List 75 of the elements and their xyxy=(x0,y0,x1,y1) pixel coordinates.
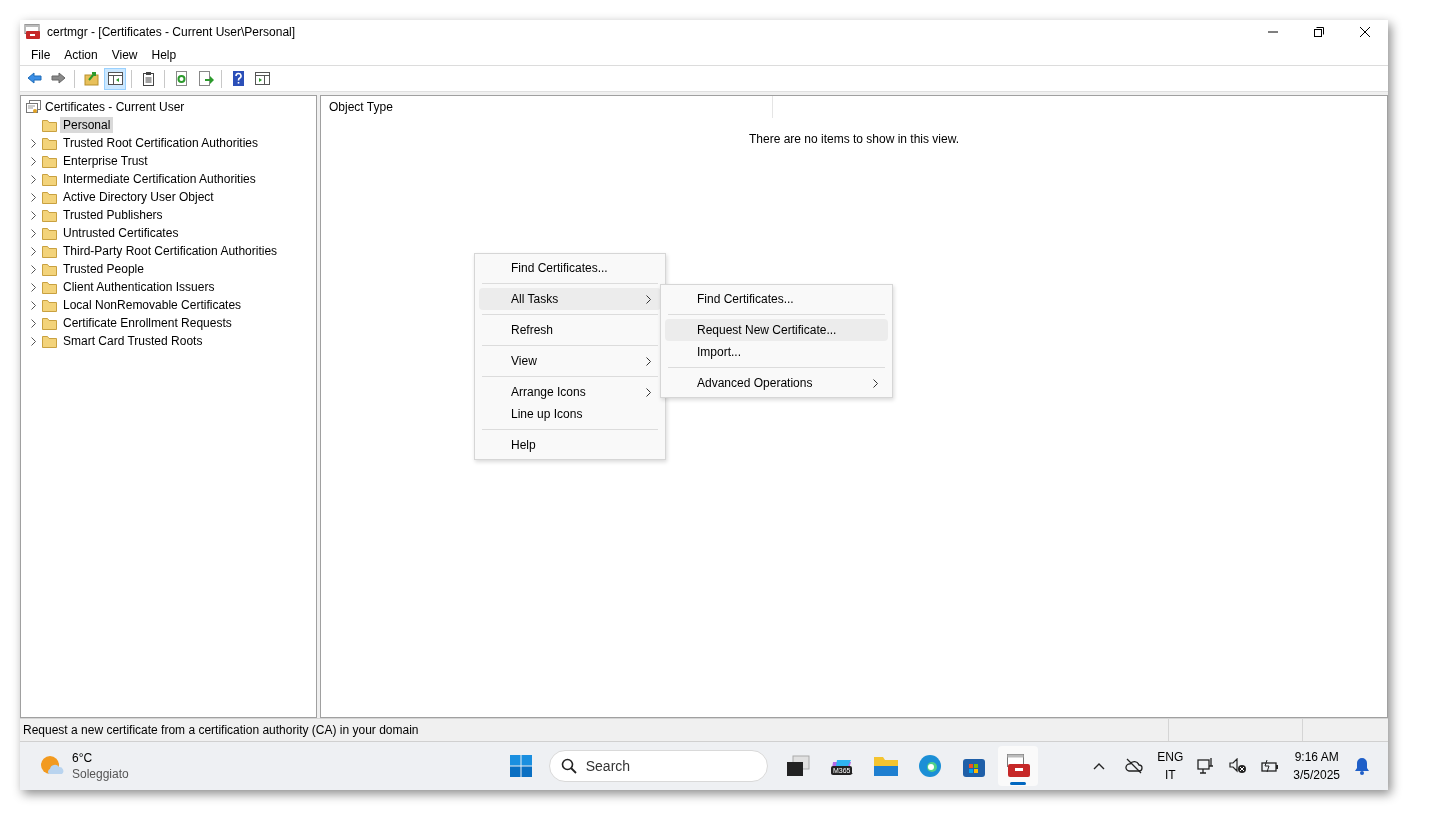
certificate-store-icon xyxy=(25,99,42,115)
tree-item[interactable]: Local NonRemovable Certificates xyxy=(60,297,245,313)
clock-time: 9:16 AM xyxy=(1293,749,1340,766)
folder-icon xyxy=(42,316,57,330)
tree-item[interactable]: Certificates - Current User xyxy=(42,99,188,115)
restore-icon xyxy=(1314,27,1324,37)
export-icon xyxy=(196,70,214,87)
bell-icon xyxy=(1354,757,1370,775)
folder-icon xyxy=(42,226,57,240)
tree-item[interactable]: Active Directory User Object xyxy=(60,189,217,205)
menu-item[interactable]: Help xyxy=(144,45,184,64)
tree-item[interactable]: Trusted Publishers xyxy=(60,207,166,223)
tree-item[interactable]: Client Authentication Issuers xyxy=(60,279,218,295)
folder-icon xyxy=(42,262,57,276)
menu-item[interactable]: Refresh xyxy=(479,319,661,341)
clock-date: 3/5/2025 xyxy=(1293,767,1340,784)
menu-item[interactable]: Import... xyxy=(665,341,888,363)
search-field[interactable]: Search xyxy=(548,750,768,782)
folder-icon xyxy=(42,118,57,132)
search-icon xyxy=(560,758,577,774)
language-code: ENG xyxy=(1157,749,1184,766)
cloud-offline-icon xyxy=(1125,758,1144,774)
folder-icon xyxy=(42,244,57,258)
menu-item[interactable]: Help xyxy=(479,434,661,456)
tree-item[interactable]: Certificate Enrollment Requests xyxy=(60,315,235,331)
menu-item[interactable]: View xyxy=(104,45,145,64)
status-text: Request a new certificate from a certification authority (CA) in your domain xyxy=(23,722,419,739)
tree-item[interactable]: Smart Card Trusted Roots xyxy=(60,333,206,349)
folder-icon xyxy=(872,755,899,777)
folder-icon xyxy=(42,190,57,204)
sun-cloud-icon xyxy=(40,755,64,777)
menu-item[interactable]: Request New Certificate... xyxy=(665,319,888,341)
menu-item[interactable]: Advanced Operations xyxy=(665,372,888,394)
speaker-muted-icon xyxy=(1229,758,1248,774)
tree-item[interactable]: Intermediate Certification Authorities xyxy=(60,171,259,187)
browser-icon xyxy=(917,754,942,778)
tree-item[interactable]: Trusted People xyxy=(60,261,147,277)
folder-icon xyxy=(42,136,57,150)
back-arrow-icon xyxy=(25,70,43,87)
toolbox-icon xyxy=(1004,754,1031,778)
panel-icon xyxy=(106,70,124,87)
window-icon xyxy=(253,70,271,87)
forward-arrow-icon xyxy=(49,70,67,87)
folder-icon xyxy=(42,298,57,312)
menu-item[interactable]: File xyxy=(24,45,58,64)
close-icon xyxy=(1360,27,1370,37)
tree-item[interactable]: Enterprise Trust xyxy=(60,153,151,169)
toolbox-icon xyxy=(24,24,41,40)
window-title: certmgr - [Certificates - Current User\Personal] xyxy=(47,24,296,41)
active-indicator xyxy=(1009,782,1026,785)
task-view-icon xyxy=(785,755,810,777)
tree-item[interactable]: Trusted Root Certification Authorities xyxy=(60,135,261,151)
network-icon xyxy=(1197,757,1216,775)
menu-item[interactable]: Action xyxy=(57,45,105,64)
keyboard-layout: IT xyxy=(1163,767,1177,784)
menu-item[interactable]: Find Certificates... xyxy=(665,288,888,310)
windows-logo-icon xyxy=(509,755,532,777)
folder-icon xyxy=(42,208,57,222)
menu-item[interactable]: Line up Icons xyxy=(479,403,661,425)
folder-icon xyxy=(42,154,57,168)
menu-item[interactable]: Find Certificates... xyxy=(479,257,661,279)
battery-icon xyxy=(1261,759,1280,773)
empty-message: There are no items to show in this view. xyxy=(748,132,960,146)
weather-condition: Soleggiato xyxy=(72,766,129,782)
folder-icon xyxy=(42,172,57,186)
chevron-up-icon xyxy=(1093,762,1106,770)
folder-arrow-icon xyxy=(82,70,100,87)
tree-item[interactable]: Untrusted Certificates xyxy=(60,225,182,241)
tree-item[interactable]: Personal xyxy=(60,117,114,133)
folder-icon xyxy=(42,334,57,348)
temperature-text: 6°C xyxy=(72,750,94,766)
menu-item[interactable]: All Tasks xyxy=(479,288,661,310)
toolbar-button[interactable] xyxy=(104,67,126,90)
folder-icon xyxy=(42,280,57,294)
tree-item[interactable]: Third-Party Root Certification Authorities xyxy=(60,243,281,259)
